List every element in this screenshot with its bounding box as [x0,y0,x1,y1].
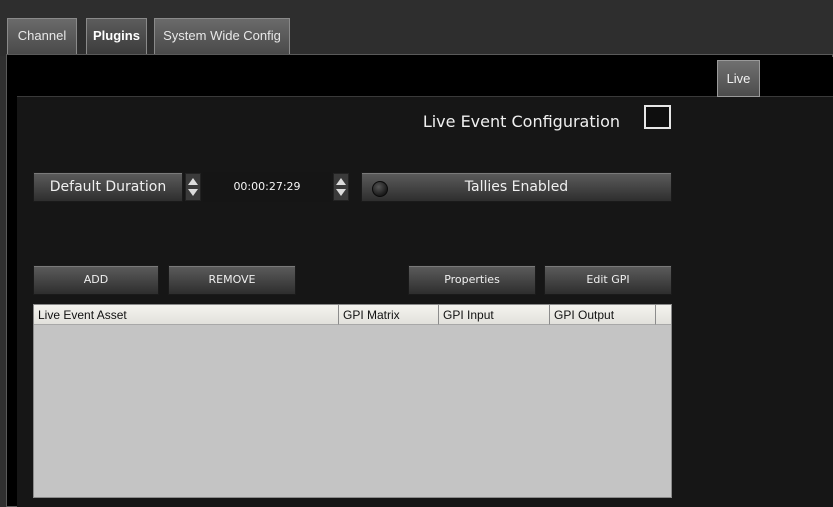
table-header: Live Event Asset GPI Matrix GPI Input GP… [34,305,671,325]
tallies-label: Tallies Enabled [464,179,569,195]
tallies-enabled-toggle[interactable]: Tallies Enabled [361,172,672,202]
tab-system-wide-config[interactable]: System Wide Config [154,18,290,54]
edit-gpi-button[interactable]: Edit GPI [544,265,672,295]
column-header-live-event-asset[interactable]: Live Event Asset [34,305,339,325]
default-duration-label: Default Duration [33,172,183,202]
spin-arrows-icon [188,178,198,196]
column-header-filler [656,305,671,325]
tab-channel[interactable]: Channel [7,18,77,54]
column-header-gpi-output[interactable]: GPI Output [550,305,656,325]
tab-bar: Channel Plugins System Wide Config [0,0,833,56]
default-duration-input[interactable]: 00:00:27:29 [203,172,331,202]
spin-arrows-icon [336,178,346,196]
plugin-tab-bar [17,57,833,97]
tab-live[interactable]: Live [717,60,760,97]
tab-plugins[interactable]: Plugins [86,18,147,54]
properties-button[interactable]: Properties [408,265,536,295]
add-button[interactable]: ADD [33,265,159,295]
column-header-gpi-matrix[interactable]: GPI Matrix [339,305,439,325]
remove-button[interactable]: REMOVE [168,265,296,295]
duration-spinner-left[interactable] [185,173,201,201]
duration-spinner-right[interactable] [333,173,349,201]
page-title: Live Event Configuration [422,112,620,131]
column-header-gpi-input[interactable]: GPI Input [439,305,550,325]
live-event-config-checkbox[interactable] [644,105,671,129]
live-event-table[interactable]: Live Event Asset GPI Matrix GPI Input GP… [33,304,672,498]
status-led-icon [372,181,388,197]
